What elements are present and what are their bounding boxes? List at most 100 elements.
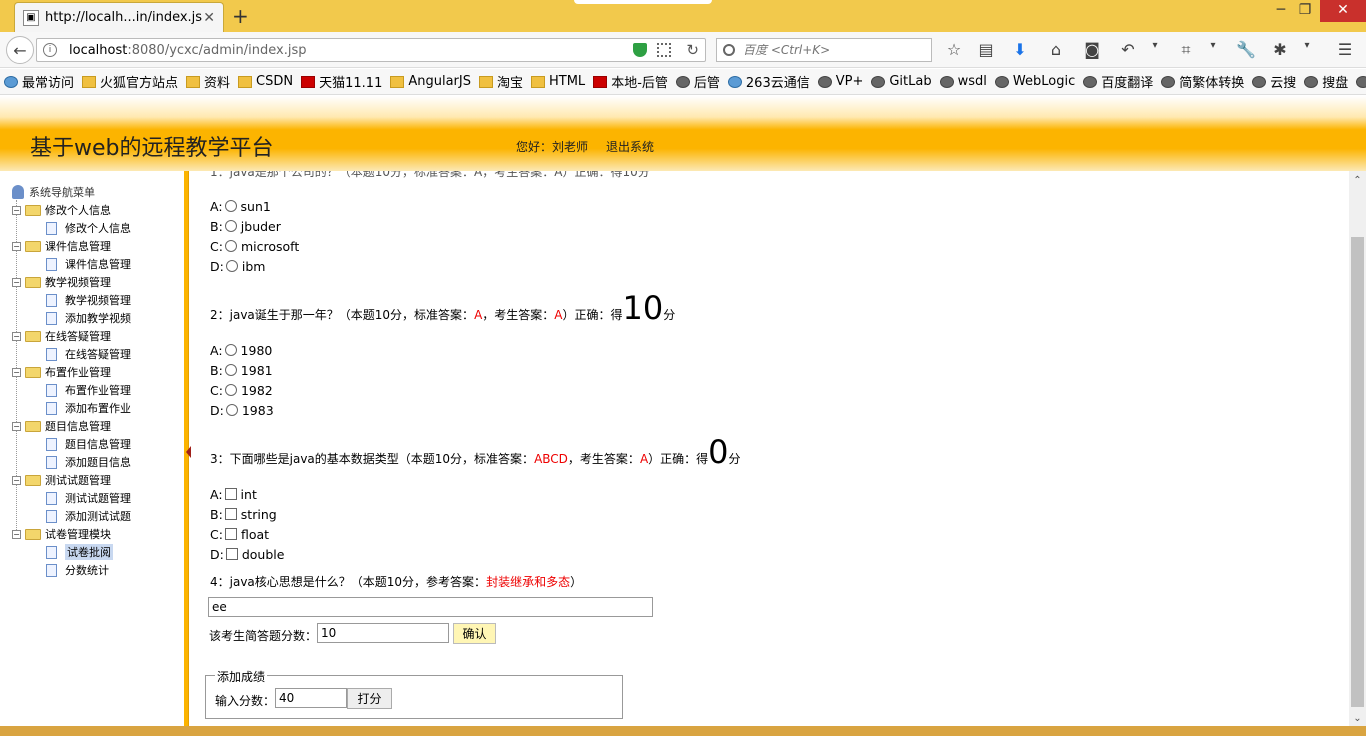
restore-icon[interactable]: ❐ [1290,0,1320,22]
scroll-up-icon[interactable]: ⌃ [1349,175,1366,186]
tree-group-video[interactable]: − 教学视频管理 [12,274,111,290]
bookmark-item[interactable]: 天猫11.11 [301,72,382,91]
bookmark-item[interactable]: CSDN [238,74,293,89]
question-3-option[interactable]: A: int [210,485,257,503]
tree-item-courseware[interactable]: 课件信息管理 [46,256,131,272]
bookmark-item[interactable]: 百度翻译 [1083,72,1153,91]
search-box[interactable] [716,38,932,62]
question-3-option[interactable]: D: double [210,545,284,563]
checkbox[interactable] [225,548,238,560]
extension-dropdown-icon[interactable]: ▾ [1297,40,1317,51]
question-1-option[interactable]: B: jbuder [210,217,281,235]
address-bar[interactable]: i localhost:8080/ycxc/admin/index.jsp ↻ [36,38,706,62]
question-1-option[interactable]: D: ibm [210,257,265,275]
collapse-icon[interactable]: − [12,421,21,431]
short-answer-score-input[interactable] [317,623,449,643]
content-scrollbar[interactable]: ⌃ ⌄ [1349,171,1366,726]
question-2-option[interactable]: D: 1983 [210,401,274,419]
bookmark-item[interactable]: 火狐官方站点 [82,72,178,91]
nav-tree-root[interactable]: 系统导航菜单 [12,184,95,200]
tree-item-questions-add[interactable]: 添加题目信息 [46,454,131,470]
bookmark-item[interactable]: 本地-后管 [593,72,668,91]
tree-item-video-manage[interactable]: 教学视频管理 [46,292,131,308]
home-icon[interactable]: ⌂ [1046,40,1066,59]
total-score-input[interactable] [275,688,347,708]
tab-close-icon[interactable]: ✕ [203,10,215,26]
bookmark-item[interactable]: 搜盘 [1356,72,1366,91]
bookmark-item[interactable]: WebLogic [994,74,1075,89]
shield-icon[interactable] [633,43,647,57]
bookmark-item[interactable]: 资料 [186,72,230,91]
undo-dropdown-icon[interactable]: ▾ [1145,40,1165,51]
radio-button[interactable] [224,240,237,252]
radio-button[interactable] [224,364,237,376]
collapse-icon[interactable]: − [12,331,21,341]
tree-item-paper-review[interactable]: 试卷批阅 [46,544,113,560]
question-2-option[interactable]: B: 1981 [210,361,273,379]
download-icon[interactable]: ⬇ [1010,40,1030,59]
qr-code-icon[interactable] [657,43,671,57]
question-1-option[interactable]: A: sun1 [210,197,271,215]
checkbox[interactable] [224,528,237,540]
logout-link[interactable]: 退出系统 [606,138,654,155]
question-2-option[interactable]: A: 1980 [210,341,272,359]
bookmark-item[interactable]: VP+ [817,74,863,89]
bookmark-star-icon[interactable]: ☆ [944,40,964,59]
tree-item-edit-profile[interactable]: 修改个人信息 [46,220,131,236]
tree-item-homework-manage[interactable]: 布置作业管理 [46,382,131,398]
tree-item-video-add[interactable]: 添加教学视频 [46,310,131,326]
grade-button[interactable]: 打分 [347,688,392,709]
tree-group-qa[interactable]: − 在线答疑管理 [12,328,111,344]
confirm-button[interactable]: 确认 [453,623,496,644]
tree-item-tests-manage[interactable]: 测试试题管理 [46,490,131,506]
checkbox[interactable] [224,508,237,520]
bookmark-item[interactable]: 云搜 [1252,72,1296,91]
collapse-icon[interactable]: − [12,277,21,287]
bookmark-item[interactable]: 最常访问 [4,72,74,91]
wrench-icon[interactable]: 🔧 [1236,40,1256,59]
undo-icon[interactable]: ↶ [1118,40,1138,59]
question-3-option[interactable]: B: string [210,505,277,523]
bookmark-item[interactable]: 搜盘 [1304,72,1348,91]
collapse-icon[interactable]: − [12,205,21,215]
bookmark-item[interactable]: 简繁体转换 [1161,72,1244,91]
bookmark-item[interactable]: 淘宝 [478,72,523,91]
tree-group-tests[interactable]: − 测试试题管理 [12,472,111,488]
back-arrow-icon[interactable]: ← [6,36,34,64]
collapse-icon[interactable]: − [12,475,21,485]
scrollbar-thumb[interactable] [1351,237,1364,707]
checkbox[interactable] [224,488,237,500]
tree-item-tests-add[interactable]: 添加测试试题 [46,508,131,524]
crop-dropdown-icon[interactable]: ▾ [1203,40,1223,51]
site-info-icon[interactable]: i [43,43,57,57]
pocket-icon[interactable]: ◙ [1082,40,1102,59]
collapse-icon[interactable]: − [12,241,21,251]
radio-button[interactable] [224,200,237,212]
tree-item-questions-manage[interactable]: 题目信息管理 [46,436,131,452]
extension-icon[interactable]: ✱ [1270,40,1290,59]
student-answer-field[interactable] [208,597,653,617]
search-input[interactable] [743,43,923,57]
tree-group-courseware[interactable]: − 课件信息管理 [12,238,111,254]
tree-group-questions[interactable]: − 题目信息管理 [12,418,111,434]
radio-button[interactable] [224,384,237,396]
tree-group-profile[interactable]: − 修改个人信息 [12,202,111,218]
radio-button[interactable] [225,260,238,272]
bookmark-item[interactable]: wsdl [939,74,987,89]
radio-button[interactable] [224,220,237,232]
scroll-down-icon[interactable]: ⌄ [1349,713,1366,724]
question-1-option[interactable]: C: microsoft [210,237,299,255]
tree-group-homework[interactable]: − 布置作业管理 [12,364,111,380]
question-3-option[interactable]: C: float [210,525,269,543]
question-2-option[interactable]: C: 1982 [210,381,273,399]
reload-icon[interactable]: ↻ [686,41,699,59]
bookmark-item[interactable]: AngularJS [390,74,471,89]
window-close-icon[interactable]: ✕ [1320,0,1366,22]
bookmark-item[interactable]: 263云通信 [727,72,810,91]
collapse-icon[interactable]: − [12,367,21,377]
reading-list-icon[interactable]: ▤ [976,40,996,59]
new-tab-icon[interactable]: + [232,4,249,28]
crop-icon[interactable]: ⌗ [1176,40,1196,60]
collapse-icon[interactable]: − [12,529,21,539]
radio-button[interactable] [225,404,238,416]
